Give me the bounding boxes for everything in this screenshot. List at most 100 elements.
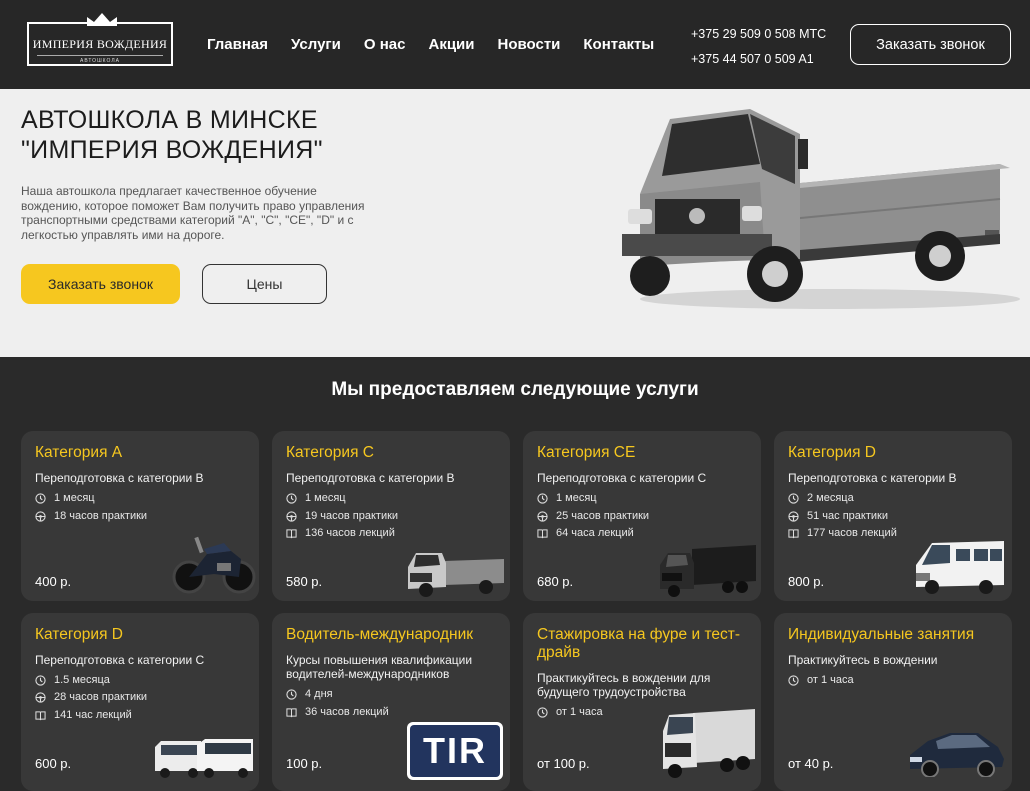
card-duration-text: 2 месяца (807, 492, 854, 504)
card-subtitle: Переподготовка с категории В (286, 471, 455, 485)
card-duration-text: 1.5 месяца (54, 674, 110, 686)
clock-icon (537, 706, 548, 718)
card-lectures-text: 136 часов лекций (305, 527, 395, 539)
clock-icon (286, 492, 297, 504)
tir-sign-label: TIR (410, 725, 500, 777)
card-duration: 1 месяц (35, 492, 95, 504)
card-title: Стажировка на фуре и тест-драйв (537, 626, 740, 661)
service-card-internship[interactable]: Стажировка на фуре и тест-драйв Практику… (523, 613, 761, 791)
card-practice: 19 часов практики (286, 510, 398, 522)
phone-mts[interactable]: +375 29 509 0 508 МТС (691, 22, 826, 47)
service-card-category-d-c[interactable]: Категория D Переподготовка с категории С… (21, 613, 259, 791)
card-title: Категория D (788, 444, 876, 461)
card-duration-text: 4 дня (305, 688, 333, 700)
prices-button[interactable]: Цены (202, 264, 327, 304)
lorry-image (663, 709, 755, 778)
logo-subtitle: АВТОШКОЛА (80, 58, 120, 64)
service-card-category-ce[interactable]: Категория СЕ Переподготовка с категории … (523, 431, 761, 601)
card-title: Категория СЕ (537, 444, 636, 461)
nav-services[interactable]: Услуги (291, 36, 341, 53)
card-subtitle: Переподготовка с категории В (35, 471, 204, 485)
steering-wheel-icon (537, 510, 548, 522)
logo[interactable]: ИМПЕРИЯ ВОЖДЕНИЯ АВТОШКОЛА (27, 13, 173, 66)
card-duration: 1 месяц (537, 492, 597, 504)
card-lectures-text: 36 часов лекций (305, 706, 389, 718)
hero-callback-button[interactable]: Заказать звонок (21, 264, 180, 304)
card-duration: 4 дня (286, 688, 333, 700)
phone-a1[interactable]: +375 44 507 0 509 A1 (691, 47, 826, 72)
hero-truck-image (622, 109, 1020, 309)
card-title: Водитель-международник (286, 626, 474, 643)
book-icon (286, 707, 297, 717)
card-subtitle: Курсы повышения квалификации водителей-м… (286, 653, 473, 681)
card-duration: 1.5 месяца (35, 674, 110, 686)
header-callback-button[interactable]: Заказать звонок (850, 24, 1011, 65)
card-practice: 51 час практики (788, 510, 888, 522)
steering-wheel-icon (35, 510, 46, 522)
card-subtitle: Практикуйтесь в вождении (788, 653, 938, 667)
service-card-international-driver[interactable]: Водитель-международник Курсы повышения к… (272, 613, 510, 791)
nav-about[interactable]: О нас (364, 36, 406, 53)
services-title: Мы предоставляем следующие услуги (331, 379, 699, 400)
truck-image (408, 553, 504, 597)
hero-title-line2: "ИМПЕРИЯ ВОЖДЕНИЯ" (21, 136, 323, 164)
card-price: 800 р. (788, 574, 825, 589)
card-title: Категория С (286, 444, 374, 461)
card-subtitle: Переподготовка с категории С (35, 653, 205, 667)
card-title: Категория D (35, 626, 123, 643)
card-lectures-text: 141 час лекций (54, 709, 132, 721)
card-price: 600 р. (35, 756, 72, 771)
hero-section: АВТОШКОЛА В МИНСКЕ "ИМПЕРИЯ ВОЖДЕНИЯ" На… (0, 89, 1030, 357)
main-nav: Главная Услуги О нас Акции Новости Конта… (207, 36, 677, 53)
card-price: от 40 р. (788, 756, 834, 771)
card-practice: 25 часов практики (537, 510, 649, 522)
card-subtitle: Переподготовка с категории С (537, 471, 707, 485)
card-duration: от 1 часа (788, 674, 854, 686)
card-duration-text: 1 месяц (305, 492, 346, 504)
clock-icon (788, 492, 799, 504)
card-price: 100 р. (286, 756, 323, 771)
service-card-category-c[interactable]: Категория С Переподготовка с категории В… (272, 431, 510, 601)
book-icon (35, 710, 46, 720)
card-price: от 100 р. (537, 756, 590, 771)
steering-wheel-icon (286, 510, 297, 522)
card-lectures: 136 часов лекций (286, 527, 395, 539)
card-duration: от 1 часа (537, 706, 603, 718)
card-price: 400 р. (35, 574, 72, 589)
semi-truck-image (660, 545, 756, 597)
card-price: 580 р. (286, 574, 323, 589)
card-practice: 18 часов практики (35, 510, 147, 522)
service-card-category-a[interactable]: Категория А Переподготовка с категории В… (21, 431, 259, 601)
hero-title: АВТОШКОЛА В МИНСКЕ "ИМПЕРИЯ ВОЖДЕНИЯ" (21, 105, 323, 165)
card-duration: 1 месяц (286, 492, 346, 504)
hero-description: Наша автошкола предлагает качественное о… (21, 184, 365, 242)
nav-home[interactable]: Главная (207, 36, 268, 53)
service-card-category-d-b[interactable]: Категория D Переподготовка с категории В… (774, 431, 1012, 601)
nav-news[interactable]: Новости (498, 36, 561, 53)
card-price: 680 р. (537, 574, 574, 589)
tir-sign: TIR (407, 722, 503, 780)
card-title: Категория А (35, 444, 123, 461)
card-lectures: 64 часа лекций (537, 527, 634, 539)
card-practice-text: 28 часов практики (54, 691, 148, 703)
card-subtitle: Переподготовка с категории В (788, 471, 957, 485)
clock-icon (286, 688, 297, 700)
card-duration-text: 1 месяц (54, 492, 95, 504)
book-icon (788, 528, 799, 538)
clock-icon (35, 492, 46, 504)
steering-wheel-icon (35, 691, 46, 703)
card-practice-text: 25 часов практики (556, 510, 650, 522)
nav-contacts[interactable]: Контакты (583, 36, 654, 53)
card-duration-text: 1 месяц (556, 492, 597, 504)
nav-promotions[interactable]: Акции (428, 36, 474, 53)
card-duration: 2 месяца (788, 492, 854, 504)
card-duration-text: от 1 часа (807, 674, 854, 686)
phone-list: +375 29 509 0 508 МТС +375 44 507 0 509 … (691, 22, 826, 72)
logo-title: ИМПЕРИЯ ВОЖДЕНИЯ (32, 37, 168, 51)
motorcycle-image (172, 536, 256, 594)
car-image (910, 733, 1004, 777)
card-practice-text: 51 час практики (807, 510, 888, 522)
service-card-individual-lessons[interactable]: Индивидуальные занятия Практикуйтесь в в… (774, 613, 1012, 791)
site-header: ИМПЕРИЯ ВОЖДЕНИЯ АВТОШКОЛА Главная Услуг… (0, 0, 1030, 89)
card-practice: 28 часов практики (35, 691, 147, 703)
